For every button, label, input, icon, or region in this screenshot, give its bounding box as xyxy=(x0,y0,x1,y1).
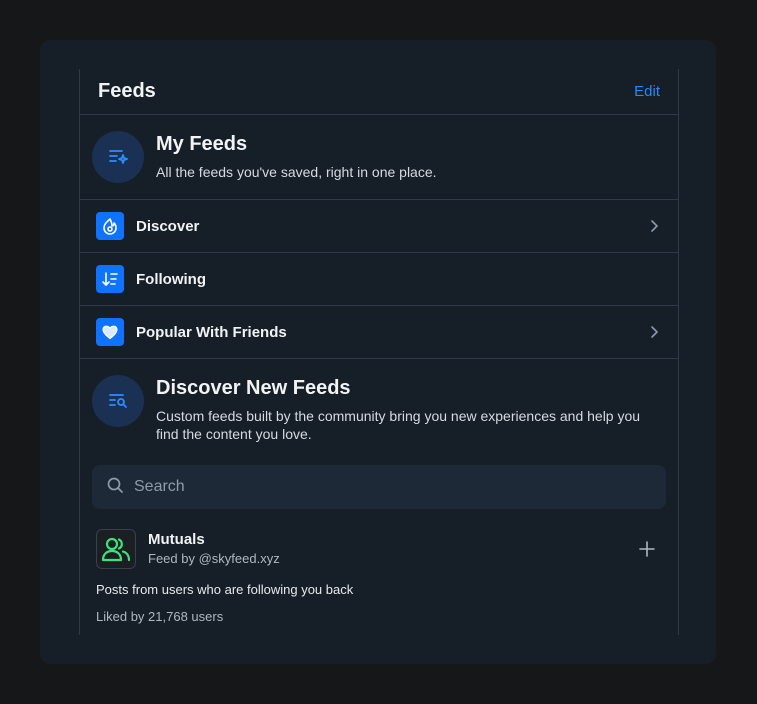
chevron-right-icon xyxy=(646,218,662,234)
discover-feeds-description: Custom feeds built by the community brin… xyxy=(156,408,641,442)
page-title: Feeds xyxy=(98,80,156,102)
feed-row-label: Following xyxy=(136,270,206,288)
feeds-header: Feeds Edit xyxy=(80,69,678,115)
my-feeds-title: My Feeds xyxy=(156,133,248,155)
feed-row-label: Popular With Friends xyxy=(136,323,287,341)
feed-name: Mutuals xyxy=(148,530,205,548)
sort-down-icon xyxy=(96,265,124,293)
discover-feeds-title: Discover New Feeds xyxy=(156,377,351,399)
discover-icon xyxy=(96,212,124,240)
feed-row-label: Discover xyxy=(136,217,200,235)
feeds-search-icon xyxy=(92,375,144,427)
feeds-list-sparkle-icon xyxy=(92,131,144,183)
feed-likes: Liked by 21,768 users xyxy=(96,609,224,624)
edit-button[interactable]: Edit xyxy=(634,83,660,100)
people-icon xyxy=(96,529,136,569)
feed-card[interactable]: Mutuals Feed by @skyfeed.xyz Posts from … xyxy=(96,529,662,635)
my-feeds-section: My Feeds All the feeds you've saved, rig… xyxy=(80,115,678,200)
chevron-right-icon xyxy=(646,324,662,340)
feed-author: Feed by @skyfeed.xyz xyxy=(148,550,280,566)
search-bar[interactable] xyxy=(92,465,666,509)
my-feeds-description: All the feeds you've saved, right in one… xyxy=(156,164,437,180)
feeds-column: Feeds Edit My Feeds All the feeds you've… xyxy=(79,69,679,635)
discover-feeds-section: Discover New Feeds Custom feeds built by… xyxy=(80,359,678,443)
feed-row-popular-with-friends[interactable]: Popular With Friends xyxy=(80,306,678,359)
feed-row-discover[interactable]: Discover xyxy=(80,200,678,253)
add-feed-button[interactable] xyxy=(632,534,662,564)
plus-icon xyxy=(639,541,655,557)
search-input[interactable] xyxy=(134,478,652,496)
feed-description: Posts from users who are following you b… xyxy=(96,582,354,597)
feed-row-following[interactable]: Following xyxy=(80,253,678,306)
search-icon xyxy=(106,476,124,499)
feeds-panel: Feeds Edit My Feeds All the feeds you've… xyxy=(40,40,716,664)
heart-icon xyxy=(96,318,124,346)
